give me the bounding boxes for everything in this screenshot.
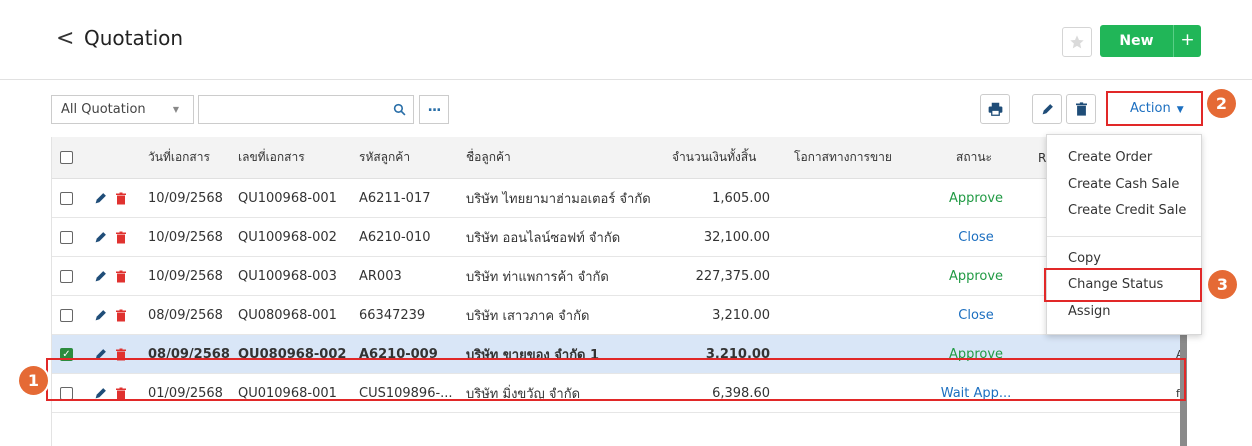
highlight-action [1106,91,1203,126]
favorite-button[interactable] [1062,27,1092,57]
pencil-icon [95,231,106,242]
printer-icon [988,102,1002,116]
cell-total-amount: 227,375.00 [695,268,770,284]
highlight-change-status [1044,268,1202,302]
table-row[interactable]: 10/09/2568 QU100968-002 A6210-010 บริษัท ออ… [52,218,1186,257]
select-all-checkbox[interactable] [60,137,73,178]
row-edit-button[interactable] [94,218,107,256]
row-delete-button[interactable] [116,296,126,334]
col-status[interactable]: สถานะ [956,137,992,178]
cell-customer-code: 66347239 [359,307,426,323]
col-doc-date[interactable]: วันที่เอกสาร [148,137,210,178]
col-doc-no[interactable]: เลขที่เอกสาร [238,137,305,178]
trash-icon [116,192,126,204]
pencil-icon [95,270,106,281]
row-delete-button[interactable] [116,179,126,217]
row-checkbox[interactable] [60,269,73,283]
cell-doc-no[interactable]: QU080968-001 [238,296,337,334]
cell-total-amount: 3,210.00 [712,307,770,323]
row-checkbox-cell[interactable] [60,257,73,295]
cell-customer-name: บริษัท ไทยยามาฮ่ามอเตอร์ จำกัด [466,191,651,207]
table-row[interactable]: 10/09/2568 QU100968-003 AR003 บริษัท ท่าแพก… [52,257,1186,296]
page-title: Quotation [84,26,184,50]
cell-status: Close [958,229,994,245]
cell-customer-name: บริษัท ท่าแพการค้า จำกัด [466,269,609,285]
filter-value: All Quotation [61,102,146,117]
cell-doc-no[interactable]: QU100968-002 [238,218,337,256]
checkbox[interactable] [60,151,73,164]
menu-divider [1047,236,1201,237]
step-badge-2: 2 [1207,89,1236,118]
pencil-icon [1042,103,1053,114]
action-menu: Create Order Create Cash Sale Create Cre… [1046,134,1202,335]
chevron-down-icon: ▼ [172,105,179,114]
row-checkbox-cell[interactable] [60,179,73,217]
cell-customer-name: บริษัท เสาวภาค จำกัด [466,308,590,324]
new-button[interactable]: New + [1100,25,1201,57]
row-checkbox-cell[interactable] [60,296,73,334]
row-edit-button[interactable] [94,257,107,295]
cell-status: Close [958,307,994,323]
cell-doc-no[interactable]: QU100968-001 [238,179,337,217]
cell-customer-code: A6210-010 [359,229,431,245]
page-header: < Quotation New + [0,0,1252,80]
edit-button[interactable] [1032,94,1062,124]
new-plus-button[interactable]: + [1173,25,1201,57]
pencil-icon [95,192,106,203]
search-icon [393,103,406,116]
search-button[interactable] [385,96,414,123]
cell-doc-date: 10/09/2568 [148,190,223,206]
back-button[interactable]: < [56,26,74,51]
trash-icon [1075,102,1087,116]
menu-create-order[interactable]: Create Order [1047,146,1201,170]
menu-create-credit-sale[interactable]: Create Credit Sale [1047,199,1201,223]
trash-icon [116,270,126,282]
row-edit-button[interactable] [94,179,107,217]
cell-customer-name: บริษัท ออนไลน์ซอฟท์ จำกัด [466,230,621,246]
row-delete-button[interactable] [116,257,126,295]
quotation-filter-select[interactable]: All Quotation ▼ [51,95,194,124]
step-badge-1: 1 [19,366,48,395]
highlight-selected-row [46,358,1186,401]
row-checkbox[interactable] [60,191,73,205]
cell-total-amount: 1,605.00 [712,190,770,206]
star-icon [1070,35,1084,49]
more-options-button[interactable]: ... [419,95,449,124]
cell-doc-date: 10/09/2568 [148,229,223,245]
print-button[interactable] [980,94,1010,124]
new-button-label[interactable]: New [1100,25,1173,57]
col-total-amount[interactable]: จำนวนเงินทั้งสิ้น [672,137,756,178]
col-customer-name[interactable]: ชื่อลูกค้า [466,137,511,178]
delete-button[interactable] [1066,94,1096,124]
trash-icon [116,231,126,243]
col-customer-code[interactable]: รหัสลูกค้า [359,137,410,178]
cell-status: Approve [948,268,1004,284]
cell-doc-date: 10/09/2568 [148,268,223,284]
row-checkbox[interactable] [60,230,73,244]
table-row[interactable]: 10/09/2568 QU100968-001 A6211-017 บริษัท ไท… [52,179,1186,218]
pencil-icon [95,309,106,320]
search-input[interactable] [198,95,414,124]
row-checkbox-cell[interactable] [60,218,73,256]
row-edit-button[interactable] [94,296,107,334]
menu-create-cash-sale[interactable]: Create Cash Sale [1047,173,1201,197]
table-row[interactable]: 08/09/2568 QU080968-001 66347239 บริษัท เสา… [52,296,1186,335]
row-delete-button[interactable] [116,218,126,256]
step-badge-3: 3 [1208,270,1237,299]
cell-total-amount: 32,100.00 [703,229,770,245]
cell-doc-date: 08/09/2568 [148,307,223,323]
row-checkbox[interactable] [60,308,73,322]
col-sales-opportunity[interactable]: โอกาสทางการขาย [794,137,892,178]
trash-icon [116,309,126,321]
table-header: วันที่เอกสาร เลขที่เอกสาร รหัสลูกค้า ชื่… [52,137,1186,179]
cell-status: Approve [948,190,1004,206]
cell-customer-code: A6211-017 [359,190,431,206]
cell-customer-code: AR003 [359,268,402,284]
menu-assign[interactable]: Assign [1047,300,1201,324]
cell-doc-no[interactable]: QU100968-003 [238,257,337,295]
